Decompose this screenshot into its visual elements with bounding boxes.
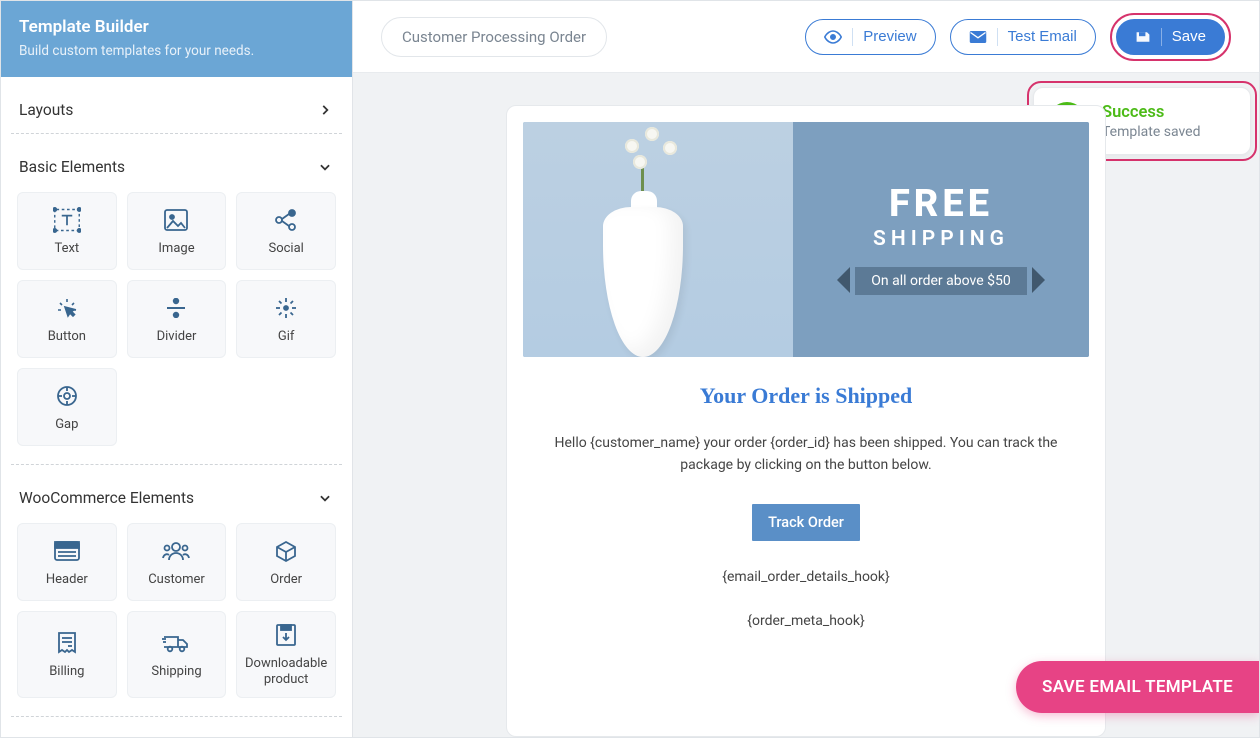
divider-icon [165, 293, 187, 323]
tile-header[interactable]: Header [17, 523, 117, 601]
tile-billing[interactable]: Billing [17, 611, 117, 698]
button-label: Save [1172, 28, 1206, 45]
tile-label: Customer [148, 572, 205, 588]
main: Customer Processing Order Preview Test E… [353, 1, 1259, 737]
test-email-button[interactable]: Test Email [950, 19, 1096, 55]
tile-shipping[interactable]: Shipping [127, 611, 227, 698]
tile-customer[interactable]: Customer [127, 523, 227, 601]
tile-text[interactable]: Text [17, 192, 117, 270]
app-root: Template Builder Build custom templates … [0, 0, 1260, 738]
chevron-right-icon [316, 101, 334, 119]
text-icon [53, 205, 81, 235]
save-button[interactable]: Save [1116, 19, 1225, 55]
preview-button[interactable]: Preview [805, 19, 935, 55]
separator [997, 28, 998, 46]
section-basic-elements: Basic Elements [13, 134, 340, 464]
tile-image[interactable]: Image [127, 192, 227, 270]
template-name-input[interactable]: Customer Processing Order [381, 17, 607, 57]
ribbon: On all order above $50 [855, 267, 1026, 295]
eye-icon [824, 30, 842, 44]
sidebar-header: Template Builder Build custom templates … [1, 1, 352, 77]
save-highlight: Save [1110, 13, 1231, 61]
tile-gif[interactable]: Gif [236, 280, 336, 358]
sidebar-scroll[interactable]: Layouts Basic Elements [1, 77, 352, 737]
email-paragraph[interactable]: Hello {customer_name} your order {order_… [535, 433, 1077, 476]
save-email-template-fab[interactable]: SAVE EMAIL TEMPLATE [1016, 661, 1259, 713]
hero-line1: FREE [889, 185, 993, 223]
tile-downloadable[interactable]: Downloadable product [236, 611, 336, 698]
email-template-card[interactable]: FREE SHIPPING On all order above $50 You… [506, 105, 1106, 737]
button-icon [54, 293, 80, 323]
tile-label: Image [158, 241, 194, 257]
woo-elements-grid: Header Customer [17, 517, 336, 712]
hero-text-area: FREE SHIPPING On all order above $50 [793, 122, 1089, 357]
tile-label: Billing [49, 664, 84, 680]
gif-icon [274, 293, 298, 323]
hero-image-area [523, 122, 793, 357]
hero-banner[interactable]: FREE SHIPPING On all order above $50 [523, 122, 1089, 357]
billing-icon [56, 628, 78, 658]
tile-gap[interactable]: Gap [17, 368, 117, 446]
section-head-layouts[interactable]: Layouts [17, 97, 336, 129]
basic-elements-grid: Text Image [17, 186, 336, 460]
tile-button[interactable]: Button [17, 280, 117, 358]
email-heading[interactable]: Your Order is Shipped [535, 383, 1077, 409]
hook-order-meta[interactable]: {order_meta_hook} [535, 613, 1077, 629]
section-head-basic[interactable]: Basic Elements [17, 154, 336, 186]
sidebar-title: Template Builder [19, 17, 334, 37]
tile-social[interactable]: Social [236, 192, 336, 270]
tile-label: Gif [278, 329, 295, 345]
section-label: WooCommerce Elements [19, 489, 194, 507]
tile-label: Divider [157, 329, 197, 345]
download-icon [275, 620, 297, 650]
vase-illustration [583, 147, 703, 357]
section-label: Layouts [19, 101, 73, 119]
button-label: Test Email [1008, 28, 1077, 45]
button-label: Preview [863, 28, 916, 45]
chevron-down-icon [316, 489, 334, 507]
tile-label: Gap [55, 417, 78, 433]
section-layouts: Layouts [13, 77, 340, 133]
canvas[interactable]: FREE SHIPPING On all order above $50 You… [353, 73, 1259, 737]
tile-label: Header [46, 572, 88, 588]
section-head-woo[interactable]: WooCommerce Elements [17, 485, 336, 517]
sidebar: Template Builder Build custom templates … [1, 1, 353, 737]
tile-label: Order [270, 572, 302, 588]
shipping-icon [162, 628, 190, 658]
section-label: Basic Elements [19, 158, 125, 176]
ribbon-text: On all order above $50 [855, 267, 1026, 295]
mail-icon [969, 30, 987, 44]
customer-icon [162, 536, 190, 566]
header-icon [54, 536, 80, 566]
tile-divider[interactable]: Divider [127, 280, 227, 358]
image-icon [164, 205, 188, 235]
section-woo-elements: WooCommerce Elements [13, 465, 340, 716]
email-body[interactable]: Your Order is Shipped Hello {customer_na… [523, 357, 1089, 629]
hook-order-details[interactable]: {email_order_details_hook} [535, 569, 1077, 585]
tile-order[interactable]: Order [236, 523, 336, 601]
chevron-down-icon [316, 158, 334, 176]
divider [11, 716, 342, 717]
gap-icon [55, 381, 79, 411]
topbar: Customer Processing Order Preview Test E… [353, 1, 1259, 73]
tile-label: Button [48, 329, 86, 345]
save-icon [1135, 30, 1151, 44]
tile-label: Downloadable product [241, 656, 331, 689]
separator [1161, 28, 1162, 46]
order-icon [274, 536, 298, 566]
social-icon [274, 205, 298, 235]
hero-line2: SHIPPING [873, 227, 1009, 251]
tile-label: Text [54, 241, 79, 257]
separator [852, 28, 853, 46]
tile-label: Social [268, 241, 303, 257]
track-order-button[interactable]: Track Order [752, 504, 860, 541]
sidebar-subtitle: Build custom templates for your needs. [19, 43, 334, 59]
tile-label: Shipping [151, 664, 201, 680]
